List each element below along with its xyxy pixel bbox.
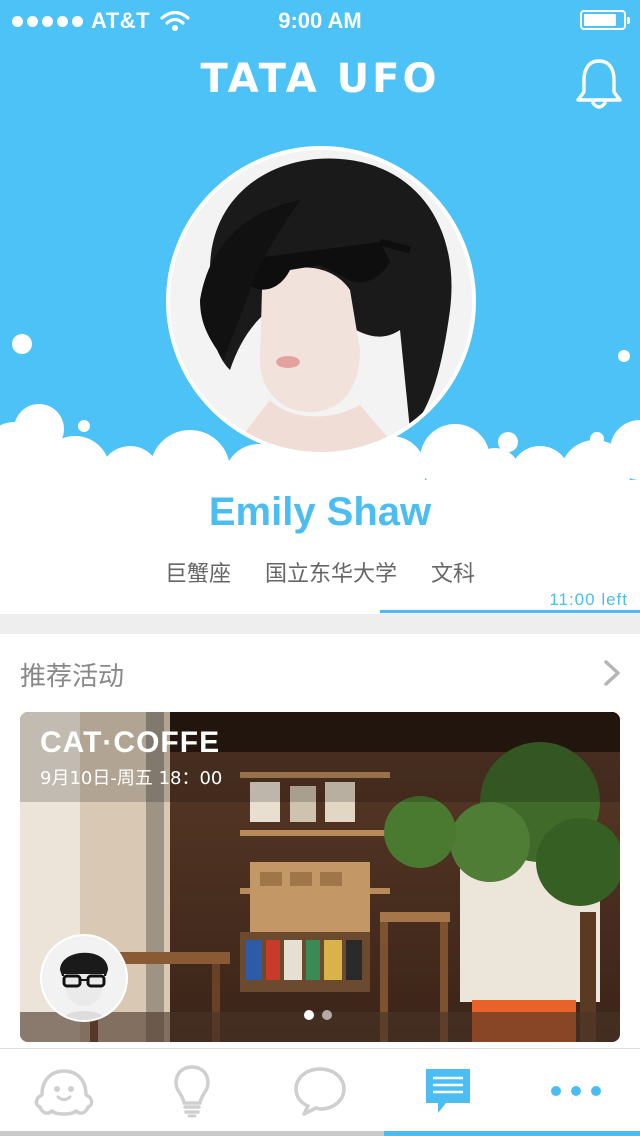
time-left-label: 11:00 left — [549, 590, 628, 609]
tag-university: 国立东华大学 — [264, 562, 397, 587]
tab-track — [0, 1131, 384, 1136]
tag-major: 文科 — [431, 562, 476, 587]
carousel-pager — [304, 1010, 332, 1020]
time-progress-bar — [380, 610, 640, 613]
event-title: CAT·COFFE — [40, 726, 221, 759]
tab-bar — [0, 1048, 640, 1136]
status-bar: AT&T 9:00 AM — [0, 0, 640, 40]
tab-ideas[interactable] — [128, 1049, 256, 1133]
profile-tags: 巨蟹座 国立东华大学 文科 — [0, 556, 640, 588]
tab-home[interactable] — [0, 1049, 128, 1133]
lightbulb-icon — [174, 1065, 210, 1118]
chevron-right-icon[interactable] — [602, 658, 622, 688]
recommended-activities-header[interactable]: 推荐活动 — [0, 634, 640, 710]
profile-avatar[interactable] — [166, 146, 476, 456]
pager-dot-active[interactable] — [304, 1010, 314, 1020]
host-portrait — [42, 936, 126, 1020]
event-time: 9月10日-周五 18：00 — [40, 768, 223, 789]
tab-messages[interactable] — [384, 1049, 512, 1133]
message-list-icon — [426, 1069, 470, 1113]
tag-zodiac: 巨蟹座 — [164, 562, 231, 587]
tab-chat[interactable] — [256, 1049, 384, 1133]
bell-icon[interactable] — [574, 56, 624, 112]
host-avatar[interactable] — [40, 934, 128, 1022]
speech-bubble-icon — [294, 1067, 346, 1116]
face-icon — [34, 1069, 94, 1116]
active-tab-indicator — [384, 1131, 640, 1136]
battery-icon — [580, 10, 630, 30]
event-card[interactable]: CAT·COFFE 9月10日-周五 18：00 — [20, 712, 620, 1042]
pager-dot[interactable] — [322, 1010, 332, 1020]
section-divider — [0, 614, 640, 634]
profile-name: Emily Shaw — [208, 490, 432, 534]
avatar-portrait — [170, 150, 472, 452]
status-time: 9:00 AM — [278, 8, 362, 33]
app-logo: tata ufo — [200, 56, 440, 102]
more-dots-icon — [551, 1086, 601, 1096]
section-title: 推荐活动 — [20, 662, 125, 692]
tab-more[interactable] — [512, 1049, 640, 1133]
